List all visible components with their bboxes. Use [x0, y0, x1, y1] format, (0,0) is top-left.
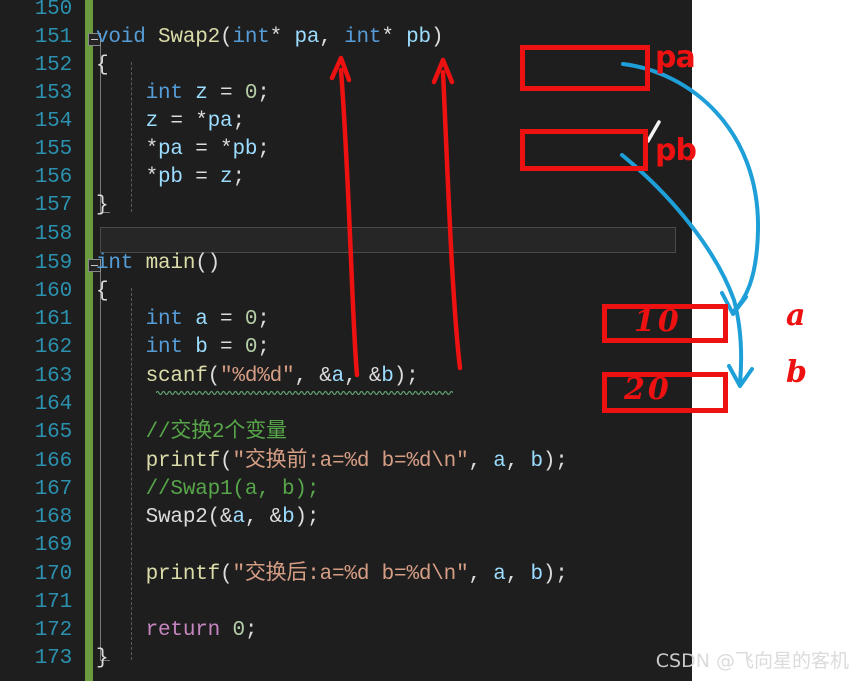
code-line-165[interactable]: //交换2个变量 — [96, 419, 287, 447]
screenshot-root: 150 151 152 153 154 155 156 157 158 159 … — [0, 0, 857, 681]
code-line-153[interactable]: int z = 0; — [96, 80, 270, 108]
value-a-text: 10 — [634, 304, 682, 339]
code-line-154[interactable]: z = *pa; — [96, 108, 245, 136]
code-line-155[interactable]: *pa = *pb; — [96, 136, 270, 164]
code-line-163[interactable]: scanf("%d%d", &a, &b); — [96, 363, 419, 391]
label-pb: pb — [655, 133, 697, 168]
code-line-157[interactable]: } — [96, 192, 109, 220]
code-editor[interactable]: 150 151 152 153 154 155 156 157 158 159 … — [0, 0, 692, 681]
line-number: 158 — [34, 223, 72, 246]
label-pa: pa — [655, 40, 696, 75]
label-variable-a: a — [786, 298, 806, 333]
code-line-166[interactable]: printf("交换前:a=%d b=%d\n", a, b); — [96, 448, 568, 476]
code-line-156[interactable]: *pb = z; — [96, 164, 245, 192]
line-number: 171 — [34, 591, 72, 614]
line-number: 169 — [34, 534, 72, 557]
code-line-172[interactable]: return 0; — [96, 617, 258, 645]
value-b-text: 20 — [624, 372, 672, 407]
pa-pointer-box — [520, 45, 650, 91]
code-line-168[interactable]: Swap2(&a, &b); — [96, 504, 320, 532]
code-line-167[interactable]: //Swap1(a, b); — [96, 476, 320, 504]
code-line-160[interactable]: { — [96, 278, 109, 306]
csdn-watermark: CSDN @飞向星的客机 — [655, 650, 849, 672]
code-line-152[interactable]: { — [96, 52, 109, 80]
code-line-173[interactable]: } — [96, 645, 109, 673]
code-line-162[interactable]: int b = 0; — [96, 334, 270, 362]
code-line-159[interactable]: int main() — [96, 250, 220, 278]
line-number: 164 — [34, 393, 72, 416]
pb-pointer-box — [520, 129, 648, 171]
warning-squiggle — [156, 390, 453, 395]
code-line-161[interactable]: int a = 0; — [96, 306, 270, 334]
label-variable-b: b — [786, 355, 807, 390]
code-line-151[interactable]: void Swap2(int* pa, int* pb) — [96, 24, 444, 52]
line-number: 150 — [34, 0, 72, 21]
code-line-170[interactable]: printf("交换后:a=%d b=%d\n", a, b); — [96, 561, 568, 589]
